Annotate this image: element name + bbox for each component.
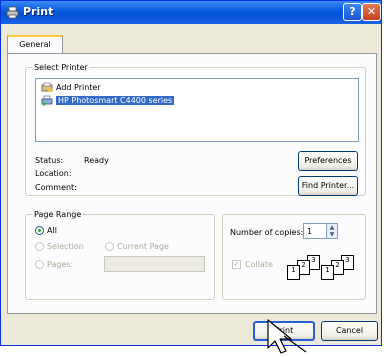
radio-pages-label: Pages: (47, 260, 74, 269)
radio-selection[interactable] (35, 242, 44, 251)
copies-input[interactable]: 1 (303, 223, 327, 239)
radio-current-page-label: Current Page (117, 242, 169, 251)
collate-label: Collate (245, 260, 273, 269)
copies-value: 1 (307, 227, 313, 236)
printer-app-icon (6, 6, 19, 19)
radio-pages[interactable] (35, 260, 44, 269)
close-button[interactable]: ✕ (362, 3, 381, 21)
page-range-label: Page Range (32, 209, 84, 220)
printer-item-add[interactable]: Add Printer (40, 81, 101, 94)
collate-page-1b: 1 (321, 265, 334, 280)
radio-all[interactable] (35, 226, 44, 235)
collate-checkbox[interactable]: ✓ (232, 260, 241, 269)
add-printer-icon (41, 82, 53, 92)
pages-input[interactable] (104, 256, 205, 272)
cancel-button[interactable]: Cancel (321, 321, 378, 341)
status-value: Ready (84, 156, 109, 165)
close-icon: ✕ (366, 5, 377, 18)
tab-general[interactable]: General (7, 35, 63, 54)
spin-down-icon[interactable]: ▼ (327, 231, 337, 238)
preferences-button[interactable]: Preferences (298, 151, 358, 171)
location-label: Location: (35, 169, 72, 178)
print-dialog: Print ? ✕ General Select Printer Add Pri… (0, 0, 382, 346)
help-button[interactable]: ? (343, 3, 362, 21)
radio-current-page[interactable] (105, 242, 114, 251)
collate-page-1: 1 (287, 265, 300, 280)
radio-selection-label: Selection (47, 242, 84, 251)
number-of-copies-label: Number of copies: (230, 228, 304, 237)
printer-item-label: HP Photosmart C4400 series (56, 96, 175, 105)
spin-up-icon[interactable]: ▲ (327, 224, 337, 231)
printer-icon (41, 95, 53, 106)
select-printer-label: Select Printer (32, 62, 90, 73)
radio-all-label: All (47, 226, 57, 235)
printer-item-label: Add Printer (56, 83, 101, 92)
mouse-pointer-icon (267, 319, 307, 354)
copies-spinner[interactable]: ▲ ▼ (326, 223, 338, 239)
status-label: Status: (35, 156, 64, 165)
find-printer-button[interactable]: Find Printer... (298, 176, 358, 196)
printer-list[interactable]: Add Printer HP Photosmart C4400 series (35, 78, 359, 142)
window-title: Print (23, 5, 54, 18)
title-bar[interactable]: Print ? ✕ (1, 1, 381, 24)
comment-label: Comment: (35, 183, 77, 192)
printer-item-hp[interactable]: HP Photosmart C4400 series (40, 94, 175, 107)
